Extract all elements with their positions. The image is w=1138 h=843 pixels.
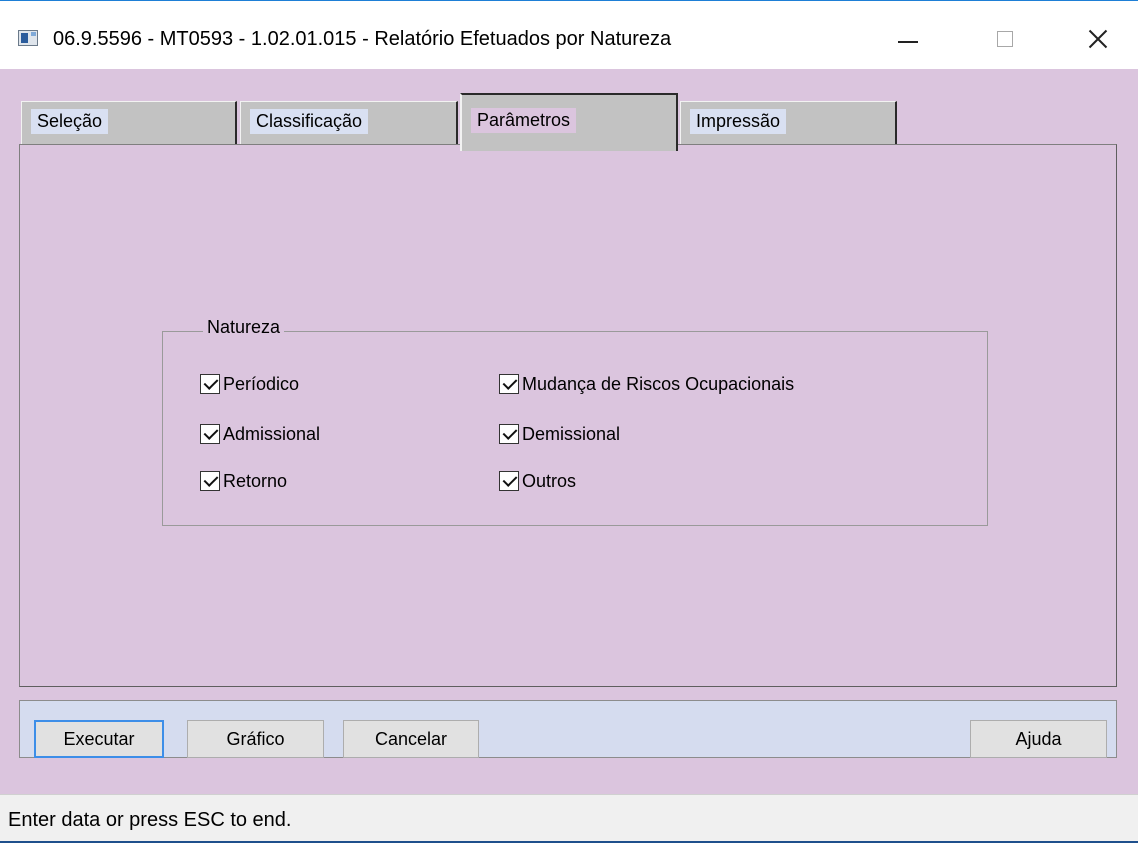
grafico-button[interactable]: Gráfico [187,720,324,758]
cancelar-button[interactable]: Cancelar [343,720,479,758]
checkbox-mudanca-riscos[interactable]: Mudança de Riscos Ocupacionais [499,372,794,396]
app-window: 06.9.5596 - MT0593 - 1.02.01.015 - Relat… [0,0,1138,843]
tab-label: Seleção [31,109,109,134]
checkbox-periodico[interactable]: Períodico [200,372,299,396]
natureza-groupbox: Natureza Períodico Admissional Retorno M… [162,317,988,526]
tab-label: Impressão [690,109,787,134]
status-message: Enter data or press ESC to end. [8,809,292,831]
checkbox-label: Retorno [223,470,288,491]
checkbox-label: Períodico [223,373,300,394]
tab-selecao[interactable]: Seleção [21,101,237,147]
checkmark-icon[interactable] [499,374,519,394]
natureza-legend: Natureza [203,317,285,337]
tab-classificacao[interactable]: Classificação [240,101,458,147]
executar-button[interactable]: Executar [34,720,164,758]
checkbox-label: Admissional [223,423,321,444]
checkmark-icon[interactable] [499,471,519,491]
checkbox-outros[interactable]: Outros [499,469,576,493]
checkbox-demissional[interactable]: Demissional [499,422,620,446]
tab-label: Parâmetros [471,108,577,133]
minimize-icon [898,41,918,43]
checkbox-label: Demissional [522,423,621,444]
app-window-icon[interactable] [18,30,38,46]
checkmark-icon[interactable] [200,471,220,491]
checkmark-icon[interactable] [200,374,220,394]
checkbox-admissional[interactable]: Admissional [200,422,320,446]
close-button[interactable] [1075,17,1121,61]
checkmark-icon[interactable] [499,424,519,444]
minimize-button[interactable] [885,17,931,61]
tab-label: Classificação [250,109,369,134]
ajuda-button[interactable]: Ajuda [970,720,1107,758]
parametros-panel: Natureza Períodico Admissional Retorno M… [19,144,1117,687]
close-icon [1088,29,1108,49]
tab-impressao[interactable]: Impressão [680,101,897,147]
checkbox-label: Outros [522,470,577,491]
title-bar: 06.9.5596 - MT0593 - 1.02.01.015 - Relat… [0,1,1138,69]
action-toolbar: Executar Gráfico Cancelar Ajuda [19,700,1117,758]
maximize-button[interactable] [982,17,1028,61]
status-bar: Enter data or press ESC to end. [0,794,1138,843]
checkbox-label: Mudança de Riscos Ocupacionais [522,373,795,394]
window-title: 06.9.5596 - MT0593 - 1.02.01.015 - Relat… [53,28,672,50]
maximize-icon [997,31,1013,47]
tab-parametros[interactable]: Parâmetros [460,93,678,151]
dialog-client-area: Seleção Classificação Impressão Parâmetr… [0,69,1138,794]
checkbox-retorno[interactable]: Retorno [200,469,287,493]
checkmark-icon[interactable] [200,424,220,444]
